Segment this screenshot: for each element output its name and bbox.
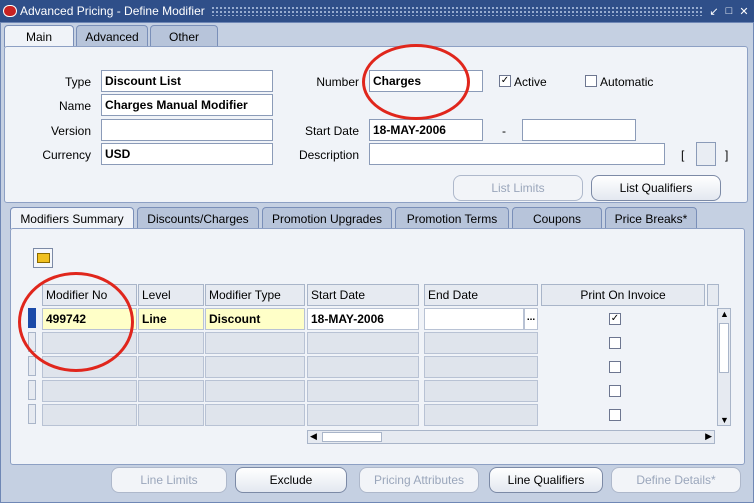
print-on-invoice-checkbox[interactable]	[609, 337, 621, 349]
annotation-circle-modifier-no	[18, 272, 134, 372]
cell-end-date[interactable]	[424, 380, 538, 402]
close-icon[interactable]: ✕	[738, 5, 750, 18]
active-checkbox[interactable]: ✓	[499, 75, 511, 87]
cell-modifier-no[interactable]	[42, 380, 137, 402]
cell-end-date[interactable]	[424, 404, 538, 426]
cell-modifier-type[interactable]	[205, 356, 305, 378]
bracket-close: ]	[725, 148, 729, 162]
app-icon	[3, 5, 17, 17]
scroll-thumb[interactable]	[719, 323, 729, 373]
col-print-on-invoice: Print On Invoice	[541, 284, 705, 306]
tab-other[interactable]: Other	[150, 25, 218, 47]
tab-coupons[interactable]: Coupons	[512, 207, 602, 229]
automatic-label: Automatic	[600, 75, 654, 89]
print-on-invoice-checkbox[interactable]	[609, 361, 621, 373]
currency-label: Currency	[42, 148, 91, 162]
pricing-attributes-button[interactable]: Pricing Attributes	[359, 467, 479, 493]
maximize-icon[interactable]: □	[723, 5, 735, 18]
scroll-down-icon[interactable]: ▼	[720, 415, 729, 425]
line-qualifiers-button[interactable]: Line Qualifiers	[489, 467, 603, 493]
list-qualifiers-button[interactable]: List Qualifiers	[591, 175, 721, 201]
row-indicator[interactable]	[28, 356, 36, 376]
cell-modifier-type[interactable]	[205, 380, 305, 402]
folder-icon	[37, 253, 50, 263]
col-level: Level	[138, 284, 204, 306]
number-label: Number	[316, 75, 359, 89]
automatic-checkbox[interactable]	[585, 75, 597, 87]
tab-modifiers-summary[interactable]: Modifiers Summary	[10, 207, 134, 229]
tab-price-breaks[interactable]: Price Breaks*	[605, 207, 697, 229]
minimize-icon[interactable]: ↙	[708, 5, 720, 18]
cell-start-date[interactable]	[307, 356, 419, 378]
exclude-button[interactable]: Exclude	[235, 467, 347, 493]
name-field[interactable]: Charges Manual Modifier	[101, 94, 273, 116]
row-indicator[interactable]	[28, 380, 36, 400]
tab-promotion-terms[interactable]: Promotion Terms	[395, 207, 509, 229]
name-label: Name	[58, 99, 91, 113]
scroll-right-icon[interactable]: ▶	[705, 431, 712, 442]
print-on-invoice-checkbox[interactable]	[609, 409, 621, 421]
cell-end-date[interactable]	[424, 332, 538, 354]
date-separator: -	[502, 124, 506, 138]
line-limits-button[interactable]: Line Limits	[111, 467, 227, 493]
type-field[interactable]: Discount List	[101, 70, 273, 92]
cell-end-date[interactable]	[424, 356, 538, 378]
vertical-scrollbar[interactable]: ▲ ▼	[717, 308, 731, 426]
col-extra	[707, 284, 719, 306]
tab-main[interactable]: Main	[4, 25, 74, 47]
scroll-up-icon[interactable]: ▲	[720, 309, 729, 319]
folder-button[interactable]	[33, 248, 53, 268]
cell-level[interactable]	[138, 380, 204, 402]
tab-discounts-charges[interactable]: Discounts/Charges	[137, 207, 259, 229]
version-field[interactable]	[101, 119, 273, 141]
horizontal-scrollbar[interactable]: ◀ ▶	[307, 430, 715, 444]
version-label: Version	[50, 124, 91, 138]
print-on-invoice-checkbox[interactable]: ✓	[609, 313, 621, 325]
cell-modifier-type[interactable]: Discount	[205, 308, 305, 330]
cell-level[interactable]	[138, 356, 204, 378]
cell-start-date[interactable]	[307, 380, 419, 402]
cell-start-date[interactable]	[307, 332, 419, 354]
end-date-field[interactable]	[522, 119, 636, 141]
description-field[interactable]	[369, 143, 665, 165]
cell-modifier-no[interactable]	[42, 404, 137, 426]
description-label: Description	[298, 148, 359, 162]
cell-modifier-type[interactable]	[205, 332, 305, 354]
col-start-date: Start Date	[307, 284, 419, 306]
cell-level[interactable]	[138, 332, 204, 354]
scroll-left-icon[interactable]: ◀	[310, 431, 317, 442]
currency-field[interactable]: USD	[101, 143, 273, 165]
list-limits-button[interactable]: List Limits	[453, 175, 583, 201]
titlebar-texture	[210, 6, 702, 16]
start-date-field[interactable]: 18-MAY-2006	[369, 119, 483, 141]
cell-end-date[interactable]	[424, 308, 524, 330]
row-indicator[interactable]	[28, 404, 36, 424]
annotation-circle-number	[362, 44, 470, 120]
flexfield-box[interactable]	[696, 142, 716, 166]
col-modifier-type: Modifier Type	[205, 284, 305, 306]
cell-start-date[interactable]	[307, 404, 419, 426]
active-label: Active	[514, 75, 547, 89]
type-label: Type	[64, 75, 91, 89]
define-details-button[interactable]: Define Details*	[611, 467, 741, 493]
print-on-invoice-checkbox[interactable]	[609, 385, 621, 397]
cell-level[interactable]	[138, 404, 204, 426]
window-titlebar: Advanced Pricing - Define Modifier ↙ □ ✕	[0, 0, 754, 22]
end-date-lov-button[interactable]: ...	[524, 308, 538, 330]
cell-modifier-type[interactable]	[205, 404, 305, 426]
window-title: Advanced Pricing - Define Modifier	[20, 4, 205, 18]
bracket-open: [	[681, 148, 685, 162]
tab-promotion-upgrades[interactable]: Promotion Upgrades	[262, 207, 392, 229]
start-date-label: Start Date	[304, 124, 359, 138]
cell-level[interactable]: Line	[138, 308, 204, 330]
tab-advanced[interactable]: Advanced	[76, 25, 148, 47]
cell-start-date[interactable]: 18-MAY-2006	[307, 308, 419, 330]
scroll-thumb[interactable]	[322, 432, 382, 442]
col-end-date: End Date	[424, 284, 538, 306]
